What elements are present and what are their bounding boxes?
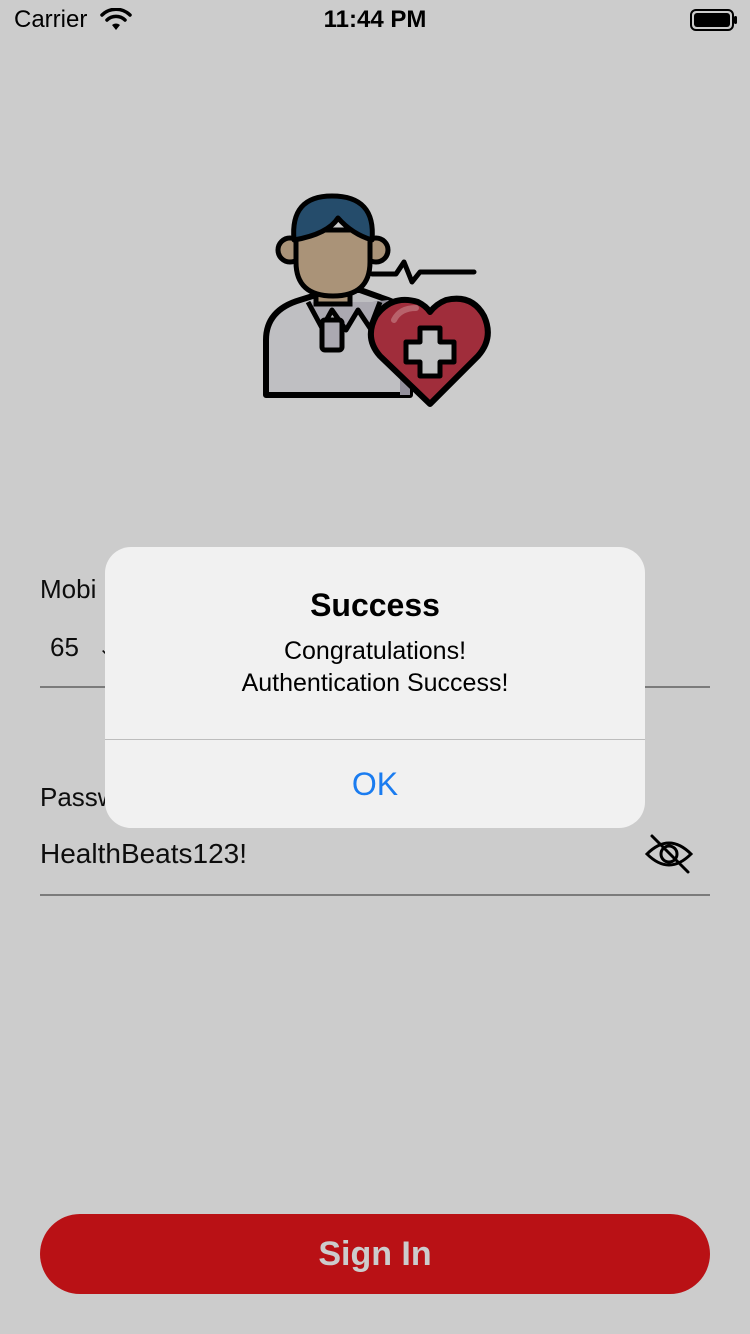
success-alert: Success Congratulations! Authentication …	[105, 547, 645, 828]
alert-message-line: Authentication Success!	[241, 669, 509, 697]
alert-message: Congratulations! Authentication Success!	[105, 635, 645, 699]
login-screen: Carrier 11:44 PM Mobi 65 Passw HealthBea…	[0, 0, 750, 1334]
ok-button[interactable]: OK	[105, 740, 645, 828]
alert-message-line: Congratulations!	[283, 637, 467, 665]
alert-title: Success	[310, 587, 440, 623]
